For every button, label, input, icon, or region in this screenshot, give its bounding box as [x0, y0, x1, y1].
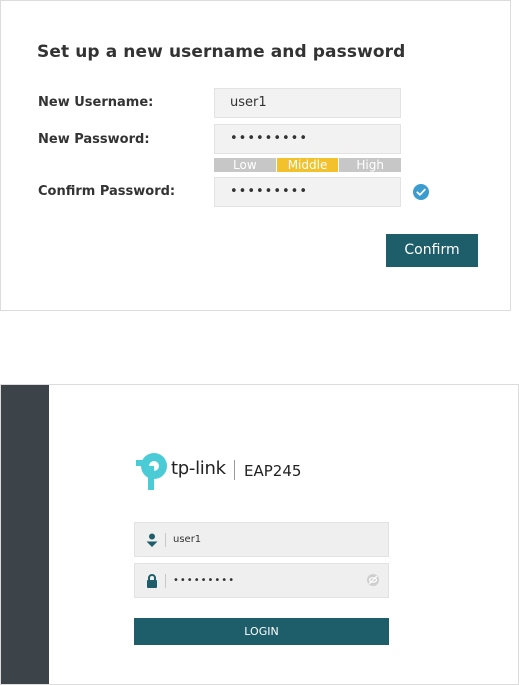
confirm-button[interactable]: Confirm	[386, 234, 478, 267]
strength-middle: Middle	[276, 158, 340, 172]
sidebar	[1, 385, 49, 684]
login-username-value: user1	[173, 534, 202, 545]
user-icon	[146, 533, 158, 547]
login-panel: tp-link EAP245 user1 ••••••••• LOGIN	[0, 384, 519, 685]
new-username-label: New Username:	[38, 95, 154, 110]
login-username-field[interactable]: user1	[134, 522, 389, 557]
tp-link-logo-icon	[136, 453, 167, 490]
confirm-password-label: Confirm Password:	[38, 184, 176, 199]
brand-logo-text: tp-link	[171, 458, 226, 479]
eye-hidden-icon[interactable]	[366, 573, 380, 587]
login-button[interactable]: LOGIN	[134, 618, 389, 645]
lock-icon	[147, 574, 157, 588]
setup-title: Set up a new username and password	[37, 42, 406, 62]
login-password-value: •••••••••	[173, 575, 236, 586]
new-password-label: New Password:	[38, 132, 150, 147]
strength-high: High	[339, 158, 402, 172]
check-circle-icon	[413, 184, 429, 200]
brand-divider	[234, 460, 235, 480]
model-name: EAP245	[244, 462, 302, 480]
field-separator	[165, 574, 166, 588]
password-strength-meter: Low Middle High	[214, 158, 402, 172]
setup-credentials-panel: Set up a new username and password New U…	[0, 0, 511, 311]
field-separator	[165, 533, 166, 547]
login-password-field[interactable]: •••••••••	[134, 563, 389, 598]
new-password-input[interactable]: •••••••••	[214, 124, 401, 154]
strength-low: Low	[214, 158, 277, 172]
confirm-password-input[interactable]: •••••••••	[214, 177, 401, 207]
new-username-input[interactable]: user1	[214, 88, 401, 118]
